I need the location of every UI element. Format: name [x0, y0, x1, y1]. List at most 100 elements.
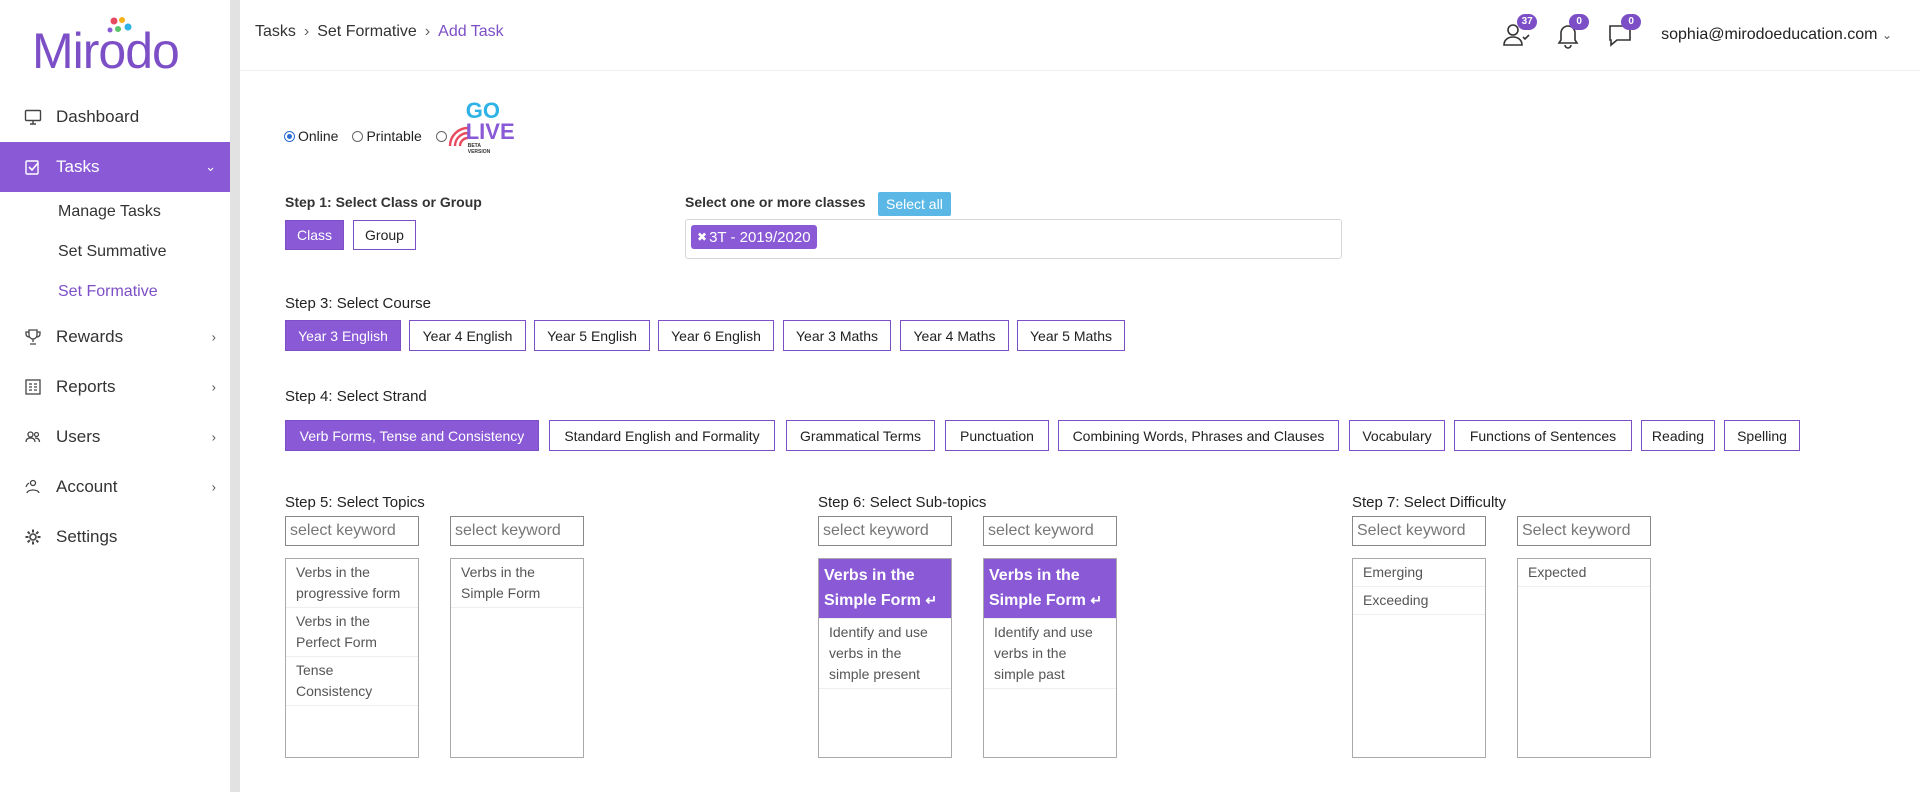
course-year-3-english[interactable]: Year 3 English: [285, 320, 401, 351]
class-chip[interactable]: ✖ 3T - 2019/2020: [691, 225, 817, 249]
list-group-header[interactable]: Verbs in the Simple Form ↵: [819, 559, 951, 619]
return-arrow-icon: ↵: [925, 592, 938, 608]
list-group-header[interactable]: Verbs in the Simple Form ↵: [984, 559, 1116, 619]
sidebar-item-dashboard[interactable]: Dashboard: [0, 92, 240, 142]
monitor-icon: [24, 109, 42, 125]
sidebar-item-users[interactable]: Users ›: [0, 412, 240, 462]
sidebar-item-rewards[interactable]: Rewards ›: [0, 312, 240, 362]
remove-chip-icon[interactable]: ✖: [697, 230, 707, 244]
strand-grammatical-terms[interactable]: Grammatical Terms: [786, 420, 935, 451]
users-notification-button[interactable]: 37: [1501, 14, 1538, 50]
group-button[interactable]: Group: [353, 220, 416, 250]
breadcrumb-separator: ›: [303, 23, 310, 40]
topics-list[interactable]: Verbs in the progressive form Verbs in t…: [285, 558, 419, 758]
classes-label: Select one or more classes: [685, 194, 866, 210]
radio-selected-icon: [284, 130, 295, 142]
list-item[interactable]: Identify and use verbs in the simple pas…: [984, 619, 1116, 689]
step4-label: Step 4: Select Strand: [285, 388, 427, 405]
notifications-button[interactable]: 0: [1553, 14, 1590, 50]
group-header-label: Verbs in the Simple Form: [989, 567, 1086, 609]
breadcrumb-set-formative[interactable]: Set Formative: [317, 23, 417, 41]
report-icon: [25, 379, 41, 395]
list-item[interactable]: Emerging: [1353, 559, 1485, 587]
difficulty-list[interactable]: Emerging Exceeding: [1352, 558, 1486, 758]
course-year-4-english[interactable]: Year 4 English: [409, 320, 526, 351]
sidebar: Mirodo Dashboard Tasks ⌄ Manage Tasks Se…: [0, 0, 240, 792]
strand-functions-of-sentences[interactable]: Functions of Sentences: [1454, 420, 1632, 451]
golive-radio[interactable]: GO LIVE BETA VERSION: [435, 98, 515, 155]
topics-keyword-input[interactable]: select keyword: [285, 516, 419, 546]
sidebar-item-account[interactable]: Account ›: [0, 462, 240, 512]
header-actions: 37 0 0 sophia@mirodoeducation.com ⌄: [1501, 0, 1920, 70]
step3-label: Step 3: Select Course: [285, 295, 431, 312]
list-item[interactable]: Tense Consistency: [286, 657, 418, 706]
sidebar-item-label: Tasks: [56, 157, 100, 176]
subtopics-keyword-input-2[interactable]: select keyword: [983, 516, 1117, 546]
breadcrumb-tasks[interactable]: Tasks: [255, 23, 296, 41]
list-item[interactable]: Exceeding: [1353, 587, 1485, 615]
online-radio[interactable]: Online: [284, 128, 338, 144]
sidebar-subitem-set-summative[interactable]: Set Summative: [0, 232, 240, 272]
selected-difficulty-list[interactable]: Expected: [1517, 558, 1651, 758]
breadcrumb-separator: ›: [424, 23, 431, 40]
course-year-3-maths[interactable]: Year 3 Maths: [783, 320, 891, 351]
course-year-5-english[interactable]: Year 5 English: [534, 320, 650, 351]
list-item[interactable]: Expected: [1518, 559, 1650, 587]
sidebar-scrollbar[interactable]: [230, 0, 240, 792]
subtopics-list[interactable]: Verbs in the Simple Form ↵ Identify and …: [818, 558, 952, 758]
sidebar-item-label: Rewards: [56, 327, 124, 346]
breadcrumb-add-task: Add Task: [438, 23, 504, 40]
messages-badge: 0: [1621, 14, 1642, 30]
strand-combining-words[interactable]: Combining Words, Phrases and Clauses: [1058, 420, 1339, 451]
top-header: Tasks › Set Formative › Add Task 37 0 0 …: [240, 0, 1920, 71]
golive-bottom: LIVE: [465, 119, 515, 144]
selected-subtopics-list[interactable]: Verbs in the Simple Form ↵ Identify and …: [983, 558, 1117, 758]
difficulty-keyword-input[interactable]: Select keyword: [1352, 516, 1486, 546]
subtopics-keyword-input[interactable]: select keyword: [818, 516, 952, 546]
sidebar-subitem-manage-tasks[interactable]: Manage Tasks: [0, 192, 240, 232]
course-year-5-maths[interactable]: Year 5 Maths: [1017, 320, 1125, 351]
user-menu[interactable]: sophia@mirodoeducation.com ⌄: [1661, 26, 1892, 44]
mirodo-logo[interactable]: Mirodo: [32, 17, 180, 80]
difficulty-keyword-input-2[interactable]: Select keyword: [1517, 516, 1651, 546]
list-item[interactable]: Verbs in the Perfect Form: [286, 608, 418, 657]
account-icon: [25, 479, 40, 494]
class-button[interactable]: Class: [285, 220, 344, 250]
golive-beta: BETA VERSION: [467, 143, 491, 155]
strand-punctuation[interactable]: Punctuation: [945, 420, 1049, 451]
list-item[interactable]: Verbs in the progressive form: [286, 559, 418, 608]
strand-reading[interactable]: Reading: [1641, 420, 1715, 451]
sidebar-item-label: Settings: [56, 527, 118, 546]
strand-standard-english[interactable]: Standard English and Formality: [549, 420, 775, 451]
selected-topics-list[interactable]: Verbs in the Simple Form: [450, 558, 584, 758]
user-email: sophia@mirodoeducation.com: [1661, 26, 1878, 43]
sidebar-subitem-set-formative[interactable]: Set Formative: [0, 272, 240, 312]
users-badge: 37: [1517, 14, 1538, 30]
printable-radio[interactable]: Printable: [352, 128, 422, 144]
strand-vocabulary[interactable]: Vocabulary: [1349, 420, 1445, 451]
breadcrumb: Tasks › Set Formative › Add Task: [255, 23, 504, 41]
sidebar-item-label: Dashboard: [56, 107, 140, 126]
trophy-icon: [25, 329, 41, 345]
sidebar-item-settings[interactable]: Settings: [0, 512, 240, 562]
step1-label: Step 1: Select Class or Group: [285, 194, 482, 210]
select-all-button[interactable]: Select all: [878, 192, 951, 216]
topics-keyword-input-2[interactable]: select keyword: [450, 516, 584, 546]
chevron-down-icon: ⌄: [1881, 28, 1892, 42]
sidebar-item-reports[interactable]: Reports ›: [0, 362, 240, 412]
messages-button[interactable]: 0: [1605, 14, 1642, 50]
gear-icon: [25, 529, 41, 545]
list-item[interactable]: Verbs in the Simple Form: [451, 559, 583, 608]
sidebar-item-tasks[interactable]: Tasks ⌄: [0, 142, 240, 192]
step6-label: Step 6: Select Sub-topics: [818, 494, 987, 511]
course-year-6-english[interactable]: Year 6 English: [658, 320, 774, 351]
classes-select[interactable]: ✖ 3T - 2019/2020: [685, 219, 1342, 259]
logo-dots-icon: [107, 17, 132, 33]
online-label: Online: [298, 128, 339, 144]
chevron-right-icon: ›: [211, 379, 216, 395]
course-year-4-maths[interactable]: Year 4 Maths: [900, 320, 1009, 351]
list-item[interactable]: Identify and use verbs in the simple pre…: [819, 619, 951, 689]
radio-empty-icon: [352, 130, 364, 142]
strand-verb-forms[interactable]: Verb Forms, Tense and Consistency: [285, 420, 539, 451]
strand-spelling[interactable]: Spelling: [1724, 420, 1800, 451]
